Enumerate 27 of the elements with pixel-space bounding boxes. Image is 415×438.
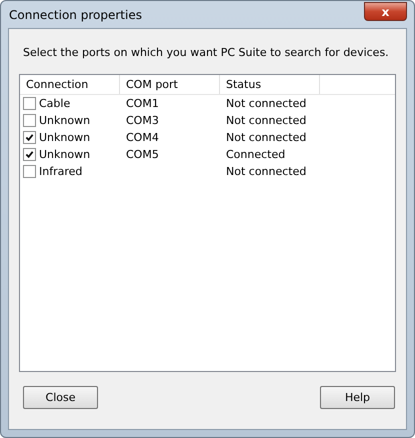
connection-label: Unknown (39, 114, 90, 127)
table-cell: COM4 (126, 131, 159, 144)
table-cell: Not connected (226, 114, 306, 127)
table-cell: Not connected (226, 97, 306, 110)
close-window-button[interactable]: x (364, 2, 407, 21)
checkbox[interactable] (23, 165, 36, 178)
dialog-button[interactable]: Help (320, 386, 395, 409)
table-cell: Not connected (226, 165, 306, 178)
connection-label: Unknown (39, 131, 90, 144)
table-cell: COM1 (126, 97, 159, 110)
checkbox[interactable] (23, 148, 36, 161)
dialog-button[interactable]: Close (23, 386, 98, 409)
checkbox[interactable] (23, 97, 36, 110)
window-title: Connection properties (8, 8, 142, 22)
checkbox[interactable] (23, 131, 36, 144)
connection-label: Cable (39, 97, 70, 110)
table-cell: COM5 (126, 148, 159, 161)
checkbox[interactable] (23, 114, 36, 127)
column-header[interactable]: COM port (120, 75, 220, 94)
table-cell: Not connected (226, 131, 306, 144)
table-cell: COM3 (126, 114, 159, 127)
connection-label: Infrared (39, 165, 82, 178)
column-header[interactable]: Status (220, 75, 320, 94)
connection-label: Unknown (39, 148, 90, 161)
column-header[interactable]: Connection (20, 75, 120, 94)
table-cell: Connected (226, 148, 286, 161)
instruction-text: Select the ports on which you want PC Suite to search for devices. (23, 46, 389, 60)
